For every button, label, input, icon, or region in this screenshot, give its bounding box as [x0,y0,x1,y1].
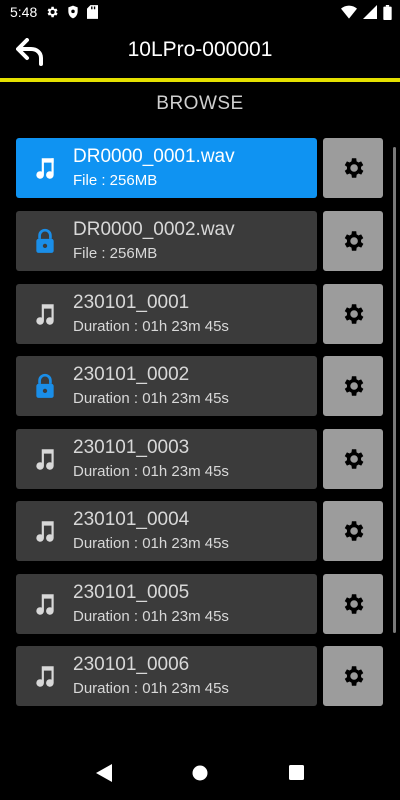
list-item: 230101_0006 Duration : 01h 23m 45s [0,646,400,706]
file-item[interactable]: 230101_0004 Duration : 01h 23m 45s [16,501,317,561]
list-item: DR0000_0001.wav File : 256MB [0,138,400,198]
music-note-icon [32,155,58,181]
list-item: DR0000_0002.wav File : 256MB [0,211,400,271]
header: 10LPro-000001 [0,24,400,78]
lock-icon [32,373,58,399]
list-item: 230101_0004 Duration : 01h 23m 45s [0,501,400,561]
file-meta: Duration : 01h 23m 45s [73,680,229,697]
gear-icon [344,158,364,178]
file-name: 230101_0005 [73,582,190,603]
music-note-icon [32,446,58,472]
gear-icon [344,376,364,396]
settings-button[interactable] [323,211,383,271]
scrollbar[interactable] [393,147,396,633]
file-item[interactable]: DR0000_0002.wav File : 256MB [16,211,317,271]
settings-button[interactable] [323,284,383,344]
file-meta: File : 256MB [73,245,158,262]
settings-button[interactable] [323,138,383,198]
file-meta: Duration : 01h 23m 45s [73,535,229,552]
file-name: 230101_0004 [73,509,190,530]
file-item[interactable]: 230101_0006 Duration : 01h 23m 45s [16,646,317,706]
list-item: 230101_0003 Duration : 01h 23m 45s [0,429,400,489]
gear-icon [344,231,364,251]
file-meta: Duration : 01h 23m 45s [73,463,229,480]
file-item[interactable]: 230101_0001 Duration : 01h 23m 45s [16,284,317,344]
back-triangle-icon[interactable] [89,758,119,788]
file-meta: Duration : 01h 23m 45s [73,608,229,625]
file-meta: Duration : 01h 23m 45s [73,318,229,335]
file-item[interactable]: 230101_0003 Duration : 01h 23m 45s [16,429,317,489]
settings-button[interactable] [323,429,383,489]
file-name: 230101_0002 [73,364,190,385]
status-left: 5:48 [10,4,99,20]
status-right [341,4,392,20]
shield-icon [67,5,79,19]
page-title: 10LPro-000001 [127,38,273,61]
list-item: 230101_0005 Duration : 01h 23m 45s [0,574,400,634]
settings-button[interactable] [323,356,383,416]
list-item: 230101_0002 Duration : 01h 23m 45s [0,356,400,416]
sd-card-icon [87,5,99,19]
settings-button[interactable] [323,501,383,561]
system-nav-bar [0,745,400,800]
battery-icon [383,4,392,20]
file-item[interactable]: 230101_0002 Duration : 01h 23m 45s [16,356,317,416]
gear-icon [344,594,364,614]
recents-square-icon[interactable] [281,758,311,788]
file-name: 230101_0001 [73,292,190,313]
music-note-icon [32,301,58,327]
file-name: 230101_0003 [73,437,190,458]
signal-icon [363,5,377,19]
file-meta: File : 256MB [73,172,158,189]
gear-icon [344,521,364,541]
music-note-icon [32,591,58,617]
lock-icon [32,228,58,254]
list-item: 230101_0001 Duration : 01h 23m 45s [0,284,400,344]
file-item[interactable]: DR0000_0001.wav File : 256MB [16,138,317,198]
file-list[interactable]: DR0000_0001.wav File : 256MB DR0000_0002… [0,138,400,706]
music-note-icon [32,663,58,689]
file-name: DR0000_0001.wav [73,146,235,167]
status-bar: 5:48 [0,0,400,24]
status-time: 5:48 [10,4,38,20]
gear-icon [344,449,364,469]
music-note-icon [32,518,58,544]
file-meta: Duration : 01h 23m 45s [73,390,229,407]
file-name: 230101_0006 [73,654,190,675]
gear-icon [344,666,364,686]
home-circle-icon[interactable] [185,758,215,788]
section-title: BROWSE [156,93,244,114]
file-item[interactable]: 230101_0005 Duration : 01h 23m 45s [16,574,317,634]
file-name: DR0000_0002.wav [73,219,235,240]
header-divider [0,78,400,82]
gear-icon [45,5,59,19]
wifi-icon [341,5,357,19]
gear-icon [344,304,364,324]
settings-button[interactable] [323,574,383,634]
settings-button[interactable] [323,646,383,706]
